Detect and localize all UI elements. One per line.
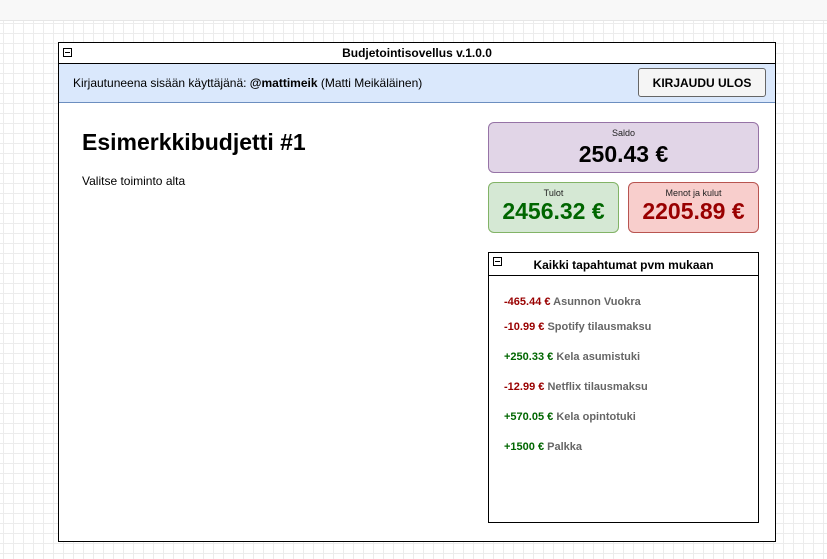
transaction-item[interactable]: -10.99 € Spotify tilausmaksu [504,321,651,333]
username: @mattimeik [249,76,318,90]
user-fullname: (Matti Meikäläinen) [320,76,423,90]
income-value: 2456.32 € [502,198,605,224]
transaction-description: Kela asumistuki [556,351,641,363]
transactions-panel: Kaikki tapahtumat pvm mukaan -465.44 € A… [488,252,759,523]
expenses-label: Menot ja kulut [665,188,722,198]
transaction-description: Spotify tilausmaksu [547,321,652,333]
logout-button[interactable]: KIRJAUDU ULOS [638,68,766,97]
saldo-card: Saldo 250.43 € [488,122,759,173]
logged-in-info: Kirjautuneena sisään käyttäjänä: @mattim… [73,76,422,90]
transaction-amount: -10.99 € [504,321,545,333]
income-label: Tulot [543,188,564,198]
transaction-item[interactable]: +250.33 € Kela asumistuki [504,351,640,363]
transaction-description: Netflix tilausmaksu [547,381,648,393]
app-window: Budjetointisovellus v.1.0.0 Kirjautuneen… [58,42,776,542]
transactions-header: Kaikki tapahtumat pvm mukaan [489,253,758,276]
transaction-description: Asunnon Vuokra [553,296,641,308]
budget-title: Esimerkkibudjetti #1 [82,129,306,155]
transaction-description: Palkka [547,441,583,453]
canvas-top-strip [0,0,827,21]
transaction-item[interactable]: -465.44 € Asunnon Vuokra [504,296,641,308]
logged-in-prefix: Kirjautuneena sisään käyttäjänä: [73,76,250,90]
saldo-value: 250.43 € [578,141,669,167]
transaction-item[interactable]: +570.05 € Kela opintotuki [504,411,636,423]
app-title: Budjetointisovellus v.1.0.0 [342,46,492,60]
transaction-description: Kela opintotuki [556,411,636,423]
instruction-text: Valitse toiminto alta [82,174,186,188]
transaction-amount: +570.05 € [504,411,554,423]
transactions-title: Kaikki tapahtumat pvm mukaan [533,258,714,272]
income-card: Tulot 2456.32 € [488,182,619,233]
transaction-amount: +1500 € [504,441,545,453]
transaction-amount: +250.33 € [504,351,554,363]
expenses-value: 2205.89 € [642,198,745,224]
expenses-card: Menot ja kulut 2205.89 € [628,182,759,233]
saldo-label: Saldo [611,128,636,138]
user-bar: Kirjautuneena sisään käyttäjänä: @mattim… [59,64,775,103]
transaction-item[interactable]: +1500 € Palkka [504,441,582,453]
window-titlebar: Budjetointisovellus v.1.0.0 [59,43,775,64]
transaction-item[interactable]: -12.99 € Netflix tilausmaksu [504,381,648,393]
transaction-amount: -12.99 € [504,381,545,393]
transaction-amount: -465.44 € [504,296,551,308]
